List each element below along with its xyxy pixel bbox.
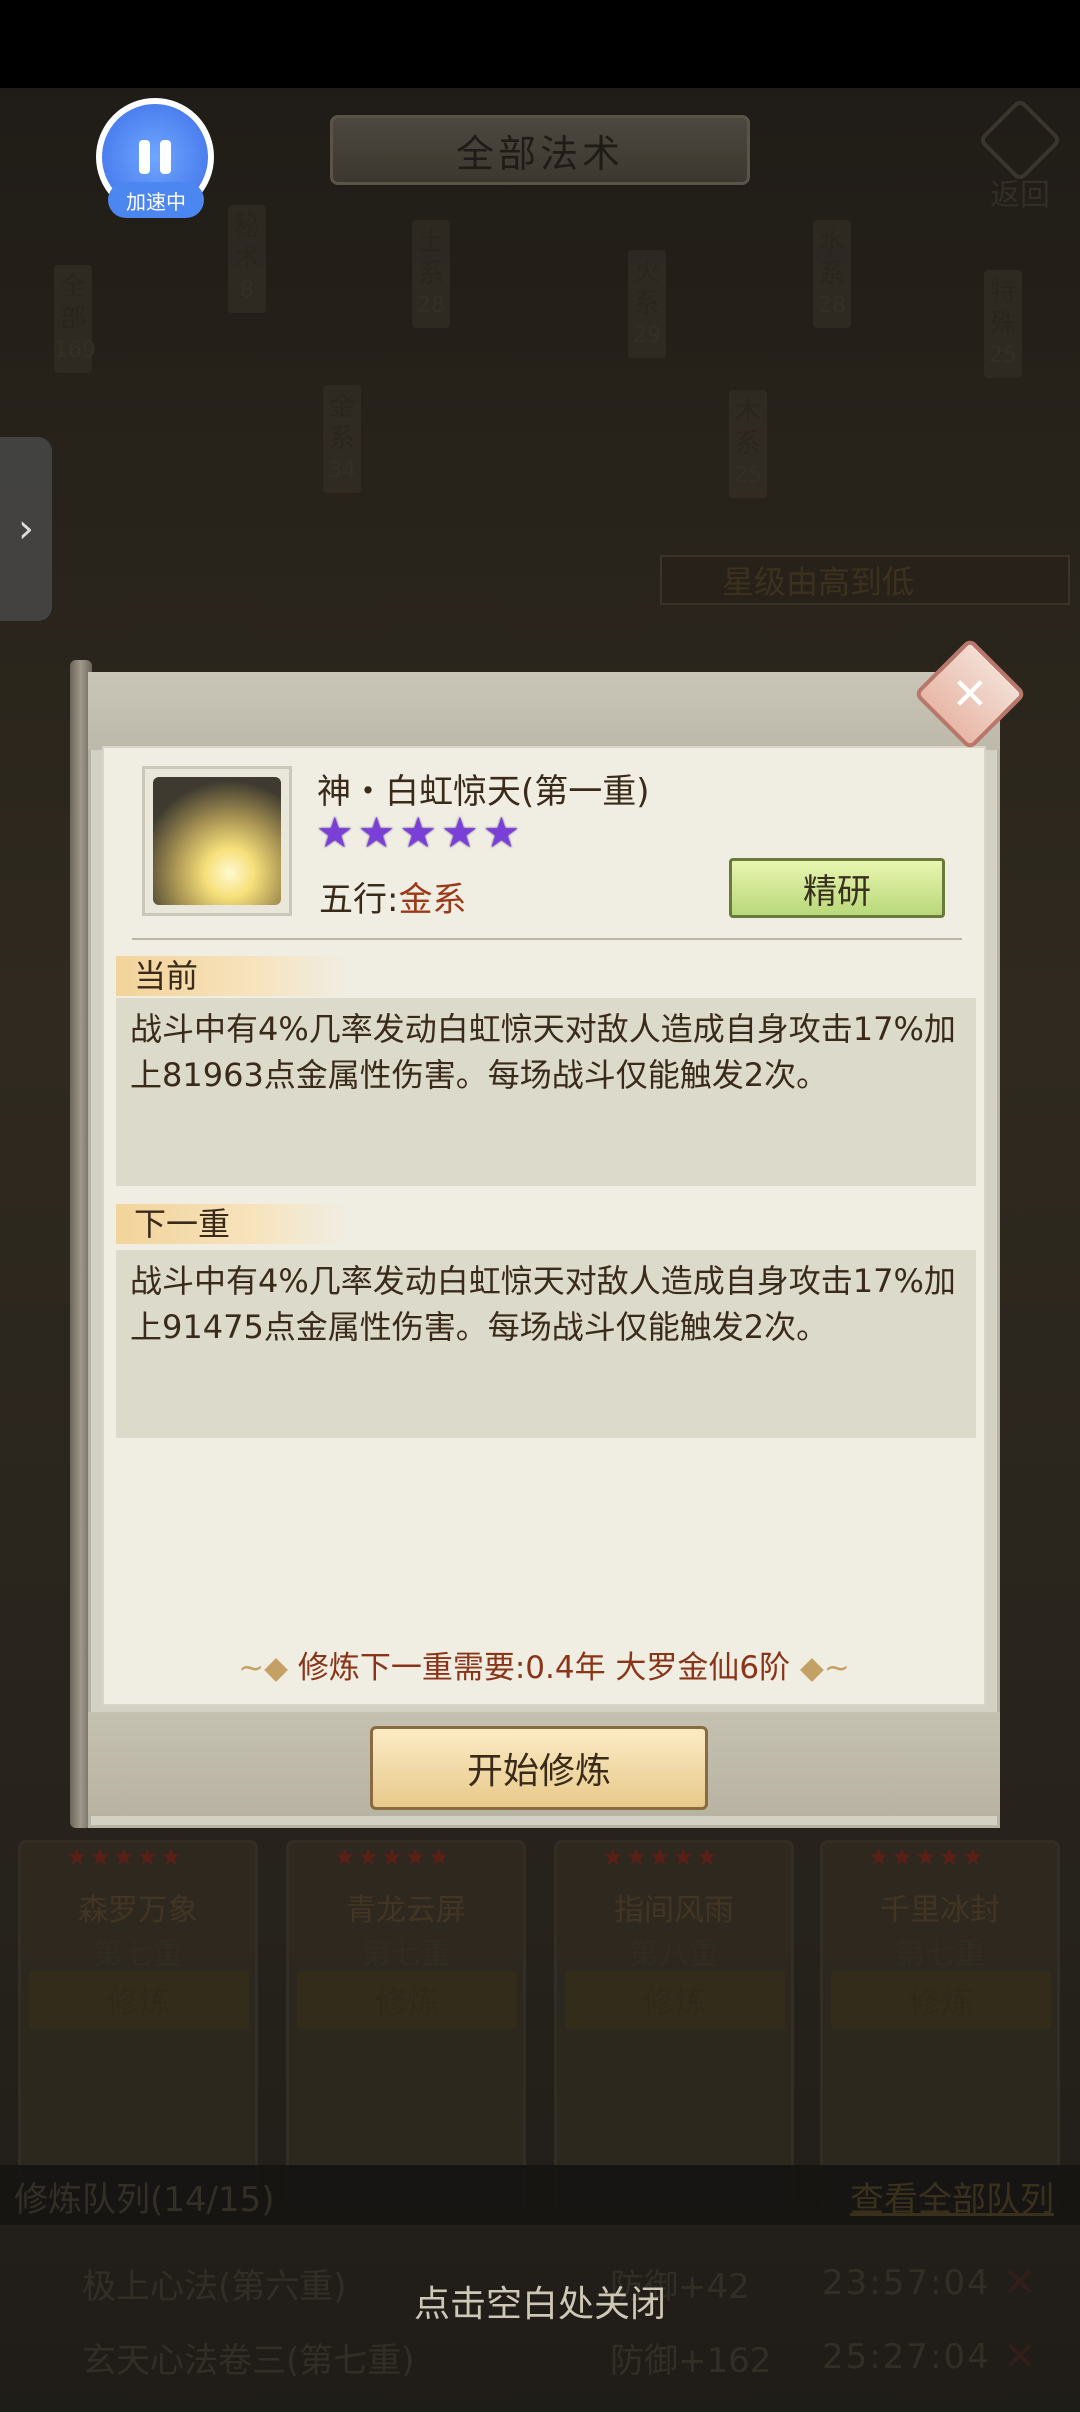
current-tag: 当前 <box>116 956 346 996</box>
modal-header <box>88 672 1000 750</box>
star-icon: ★ <box>482 808 521 857</box>
close-icon: ✕ <box>951 668 989 720</box>
star-icon: ★ <box>399 808 437 857</box>
requirement-text: ~◆ 修炼下一重需要:0.4年 大罗金仙6阶 ◆~ <box>238 1650 850 1686</box>
next-tag: 下一重 <box>116 1204 346 1244</box>
side-drawer-toggle[interactable]: › <box>0 437 52 621</box>
element-row: 五行:金系 <box>319 880 467 920</box>
star-icon: ★ <box>440 808 479 857</box>
status-bar <box>0 0 1080 88</box>
start-training-button[interactable]: 开始修炼 <box>370 1726 708 1810</box>
pause-icon <box>139 140 171 174</box>
skill-detail-modal: 神・白虹惊天(第一重) ★ ★ ★ ★ ★ 五行:金系 精研 当前 战斗中有4%… <box>70 637 1027 1828</box>
star-icon: ★ <box>357 808 396 857</box>
star-rating: ★ ★ ★ ★ ★ <box>316 812 520 854</box>
current-effect-text: 战斗中有4%几率发动白虹惊天对敌人造成自身攻击17%加上81963点金属性伤害。… <box>116 998 976 1186</box>
refine-button[interactable]: 精研 <box>729 858 945 918</box>
close-hint: 点击空白处关闭 <box>413 2284 666 2325</box>
star-icon: ★ <box>316 808 354 857</box>
skill-name: 神・白虹惊天(第一重) <box>317 772 650 812</box>
next-effect-text: 战斗中有4%几率发动白虹惊天对敌人造成自身攻击17%加上91475点金属性伤害。… <box>116 1250 976 1438</box>
skill-icon <box>142 766 292 916</box>
divider <box>132 938 962 940</box>
speedup-badge: 加速中 <box>108 182 204 218</box>
chevron-right-icon: › <box>18 506 34 552</box>
